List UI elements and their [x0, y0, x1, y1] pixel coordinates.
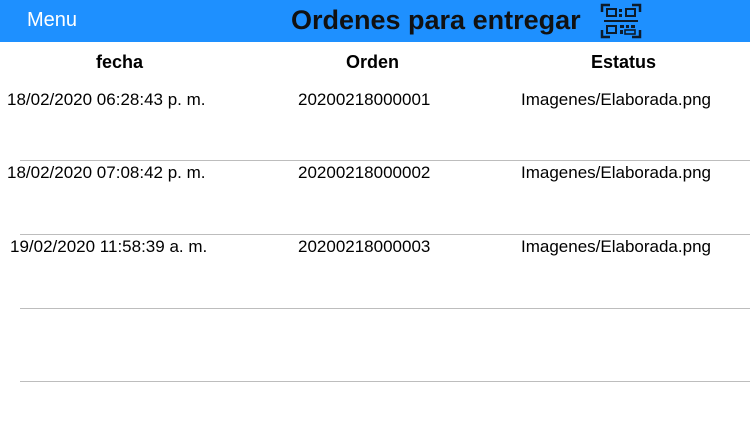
- column-header-estatus: Estatus: [591, 52, 657, 72]
- page-title: Ordenes para entregar: [291, 5, 581, 35]
- row-orden: 20200218000002: [298, 163, 431, 182]
- navigation-bar: Menu Ordenes para entregar: [0, 0, 750, 42]
- row-divider: [20, 160, 750, 161]
- table-row[interactable]: 18/02/2020 07:08:42 p. m. 20200218000002…: [0, 162, 750, 236]
- row-fecha: 18/02/2020 06:28:43 p. m.: [7, 90, 206, 109]
- row-orden: 20200218000003: [298, 237, 431, 256]
- column-header-orden: Orden: [346, 52, 400, 72]
- row-divider: [20, 308, 750, 309]
- row-estatus: Imagenes/Elaborada.png: [521, 163, 711, 182]
- row-fecha: 18/02/2020 07:08:42 p. m.: [7, 163, 206, 182]
- row-estatus: Imagenes/Elaborada.png: [521, 90, 711, 109]
- column-header-fecha: fecha: [96, 52, 144, 72]
- qr-scan-icon[interactable]: [600, 2, 642, 40]
- menu-button[interactable]: Menu: [27, 8, 77, 32]
- row-estatus: Imagenes/Elaborada.png: [521, 237, 711, 256]
- row-fecha: 19/02/2020 11:58:39 a. m.: [10, 237, 208, 256]
- row-divider: [20, 381, 750, 382]
- row-orden: 20200218000001: [298, 90, 431, 109]
- row-divider: [20, 234, 750, 235]
- table-row[interactable]: 19/02/2020 11:58:39 a. m. 20200218000003…: [0, 236, 750, 310]
- table-row[interactable]: 18/02/2020 06:28:43 p. m. 20200218000001…: [0, 89, 750, 163]
